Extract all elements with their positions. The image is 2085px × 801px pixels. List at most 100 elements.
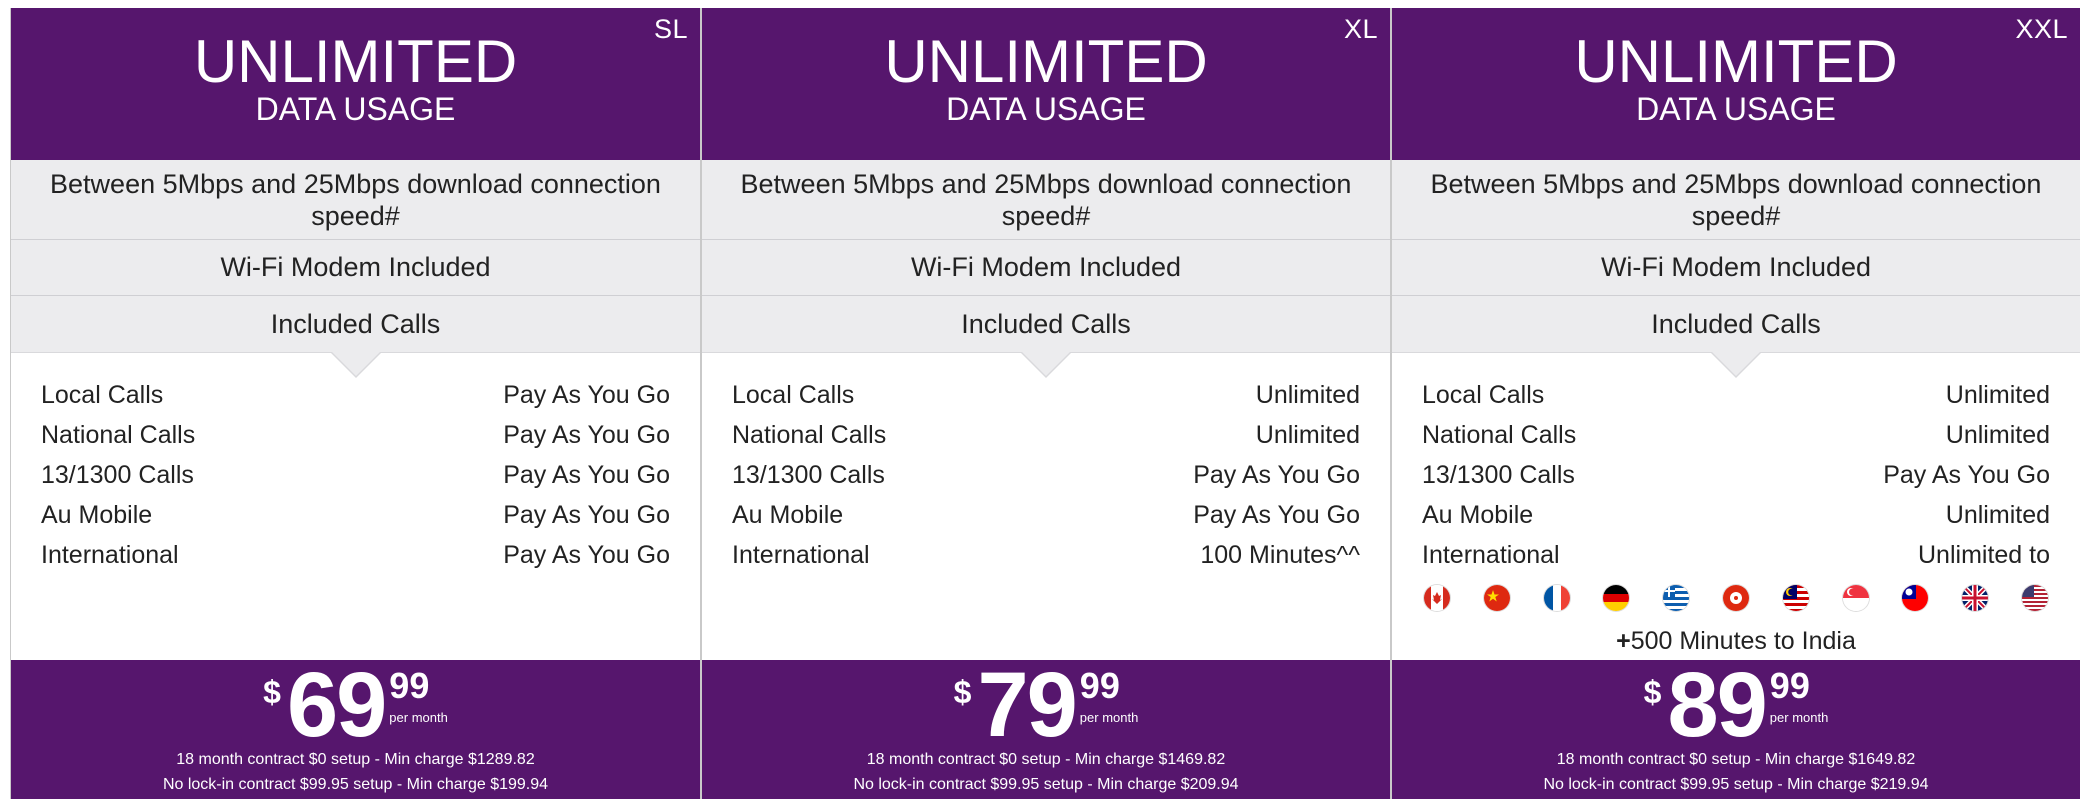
price-right: 99 per month — [389, 664, 448, 726]
call-label: Au Mobile — [1422, 501, 1534, 529]
price-cents: 99 — [1079, 665, 1120, 706]
no-lockin-terms: No lock-in contract $99.95 setup - Min c… — [1543, 776, 1929, 793]
call-label: 13/1300 Calls — [732, 461, 885, 489]
included-calls-header: Included Calls — [11, 296, 700, 378]
call-label: International — [732, 541, 870, 569]
plan-card-xl[interactable]: XL UNLIMITED DATA USAGE Between 5Mbps an… — [700, 8, 1390, 799]
call-table: Local Calls Pay As You Go National Calls P… — [11, 353, 700, 660]
call-label: International — [1422, 541, 1560, 569]
speed-feature: Between 5Mbps and 25Mbps download connec… — [702, 160, 1390, 240]
price-currency: $ — [263, 674, 281, 710]
wifi-feature: Wi-Fi Modem Included — [11, 240, 700, 296]
price-dollars: 89 — [1667, 654, 1767, 756]
included-calls-label: Included Calls — [270, 308, 441, 339]
price-dollars: 69 — [286, 654, 387, 756]
plan-subline: DATA USAGE — [946, 91, 1146, 127]
wifi-feature: Wi-Fi Modem Included — [702, 240, 1390, 296]
taiwan-flag-icon — [1902, 585, 1929, 611]
plan-headline: UNLIMITED — [1574, 28, 1898, 95]
germany-flag-icon — [1603, 585, 1630, 611]
canada-flag-icon — [1424, 585, 1450, 611]
india-minutes-note: +500 Minutes to India — [1422, 627, 2050, 656]
call-label: Local Calls — [732, 381, 855, 409]
call-value: Pay As You Go — [503, 501, 670, 529]
price-period: per month — [389, 710, 448, 725]
price-currency: $ — [953, 674, 972, 710]
call-label: 13/1300 Calls — [1422, 461, 1575, 489]
plan-price: $ 89 99 per month — [1392, 654, 2080, 756]
plan-header: XXL UNLIMITED DATA USAGE — [1392, 8, 2080, 160]
plan-price: $ 79 99 per month — [702, 654, 1390, 756]
contract-terms: 18 month contract $0 setup - Min charge … — [866, 751, 1226, 768]
plan-card-sl[interactable]: SL UNLIMITED DATA USAGE Between 5Mbps an… — [10, 8, 700, 799]
price-cents: 99 — [1769, 665, 1810, 706]
plan-price: $ 69 99 per month — [11, 654, 700, 756]
call-row: National Calls Unlimited — [1422, 415, 2050, 455]
call-value: Pay As You Go — [503, 381, 670, 409]
call-value: Unlimited to — [1918, 541, 2050, 569]
pricing-plans: SL UNLIMITED DATA USAGE Between 5Mbps an… — [10, 8, 2081, 799]
call-value: Pay As You Go — [1883, 461, 2050, 489]
call-label: Local Calls — [41, 381, 164, 409]
price-cents: 99 — [389, 665, 430, 706]
call-label: National Calls — [1422, 421, 1577, 449]
call-row: 13/1300 Calls Pay As You Go — [1422, 455, 2050, 495]
plan-tier: XXL — [2015, 14, 2068, 44]
price-currency: $ — [1643, 674, 1662, 710]
price-period: per month — [1079, 710, 1139, 725]
included-calls-label: Included Calls — [961, 308, 1131, 339]
price-period: per month — [1769, 710, 1829, 725]
call-row: International Unlimited to — [1422, 535, 2050, 575]
call-row: National Calls Unlimited — [732, 415, 1360, 455]
call-label: National Calls — [41, 421, 196, 449]
call-value: Pay As You Go — [1193, 461, 1360, 489]
speed-feature: Between 5Mbps and 25Mbps download connec… — [1392, 160, 2080, 240]
included-calls-header: Included Calls — [1392, 296, 2080, 378]
india-plus: + — [1616, 627, 1631, 655]
call-label: Au Mobile — [41, 501, 153, 529]
call-row: 13/1300 Calls Pay As You Go — [41, 455, 670, 495]
call-row: Local Calls Pay As You Go — [41, 375, 670, 415]
greece-flag-icon — [1663, 585, 1690, 611]
plan-header: SL UNLIMITED DATA USAGE — [11, 8, 700, 160]
included-calls-label: Included Calls — [1651, 308, 1821, 339]
no-lockin-terms: No lock-in contract $99.95 setup - Min c… — [162, 776, 549, 793]
contract-terms: 18 month contract $0 setup - Min charge … — [176, 751, 535, 768]
call-row: International 100 Minutes^^ — [732, 535, 1360, 575]
plan-header: XL UNLIMITED DATA USAGE — [702, 8, 1390, 160]
no-lockin-terms: No lock-in contract $99.95 setup - Min c… — [853, 776, 1239, 793]
call-label: National Calls — [732, 421, 887, 449]
call-table: Local Calls Unlimited National Calls Unlim… — [702, 353, 1390, 660]
france-flag-icon — [1543, 585, 1570, 611]
call-value: 100 Minutes^^ — [1200, 541, 1360, 569]
call-row: 13/1300 Calls Pay As You Go — [732, 455, 1360, 495]
call-label: Local Calls — [1422, 381, 1545, 409]
call-row: Au Mobile Pay As You Go — [41, 495, 670, 535]
plan-footer: $ 69 99 per month 18 month contract $0 s… — [11, 654, 700, 799]
plan-subline: DATA USAGE — [255, 91, 456, 127]
call-value: Pay As You Go — [1193, 501, 1360, 529]
plan-tier: SL — [653, 14, 688, 44]
plan-tier: XL — [1343, 14, 1378, 44]
call-row: International Pay As You Go — [41, 535, 670, 575]
included-calls-header: Included Calls — [702, 296, 1390, 378]
call-label: Au Mobile — [732, 501, 844, 529]
malaysia-flag-icon — [1782, 585, 1809, 611]
plan-footer: $ 79 99 per month 18 month contract $0 s… — [702, 654, 1390, 799]
price-dollars: 79 — [977, 654, 1077, 756]
usa-flag-icon — [2021, 585, 2048, 611]
plan-headline: UNLIMITED — [884, 28, 1208, 95]
speed-feature: Between 5Mbps and 25Mbps download connec… — [11, 160, 700, 240]
call-value: Unlimited — [1945, 421, 2050, 449]
china-flag-icon — [1483, 585, 1510, 611]
call-label: 13/1300 Calls — [41, 461, 194, 489]
call-value: Pay As You Go — [503, 461, 670, 489]
flag-list — [1422, 585, 2050, 611]
call-row: Local Calls Unlimited — [1422, 375, 2050, 415]
hong-kong-flag-icon — [1722, 585, 1749, 611]
call-table: Local Calls Unlimited National Calls Unlim… — [1392, 353, 2080, 660]
call-row: National Calls Pay As You Go — [41, 415, 670, 455]
call-row: Au Mobile Unlimited — [1422, 495, 2050, 535]
plan-card-xxl[interactable]: XXL UNLIMITED DATA USAGE Between 5Mbps a… — [1390, 8, 2080, 799]
call-label: International — [41, 541, 179, 569]
